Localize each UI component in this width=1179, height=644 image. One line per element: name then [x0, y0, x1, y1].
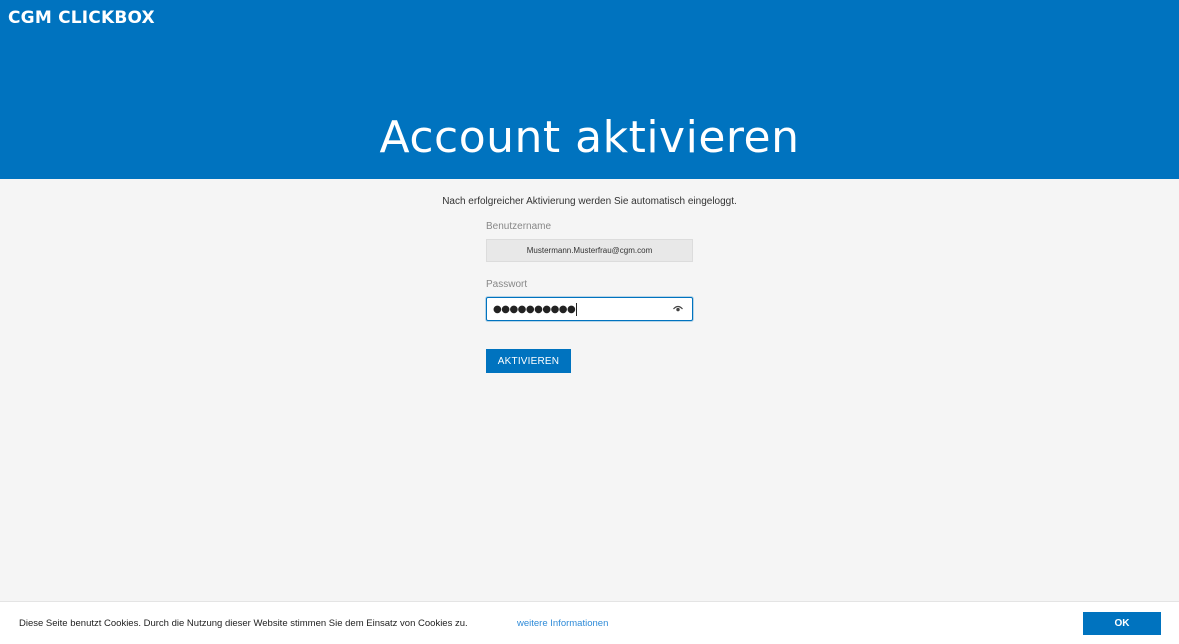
logo: CGM CLICKBOX — [8, 8, 155, 28]
cookie-text: Diese Seite benutzt Cookies. Durch die N… — [19, 618, 468, 629]
cookie-banner: Diese Seite benutzt Cookies. Durch die N… — [0, 601, 1179, 644]
username-value: Mustermann.Musterfrau@cgm.com — [526, 246, 653, 255]
username-field: Mustermann.Musterfrau@cgm.com — [486, 239, 693, 262]
eye-icon[interactable] — [673, 305, 683, 313]
activation-form: Benutzername Mustermann.Musterfrau@cgm.c… — [486, 221, 694, 373]
password-input[interactable]: ●●●●●●●●●● — [486, 297, 693, 321]
cookie-ok-button[interactable]: OK — [1083, 612, 1161, 635]
page-title-text: Account aktivieren — [379, 112, 800, 163]
cookie-more-info-link[interactable]: weitere Informationen — [517, 618, 608, 629]
header-banner: CGM CLICKBOX Account aktivieren — [0, 0, 1179, 179]
username-label: Benutzername — [486, 221, 552, 232]
page-title: Account aktivieren — [0, 112, 1179, 163]
text-caret — [576, 302, 578, 316]
activate-button[interactable]: AKTIVIEREN — [486, 349, 571, 373]
password-value: ●●●●●●●●●● — [493, 303, 576, 315]
password-label: Passwort — [486, 279, 528, 290]
intro-text: Nach erfolgreicher Aktivierung werden Si… — [442, 196, 737, 207]
